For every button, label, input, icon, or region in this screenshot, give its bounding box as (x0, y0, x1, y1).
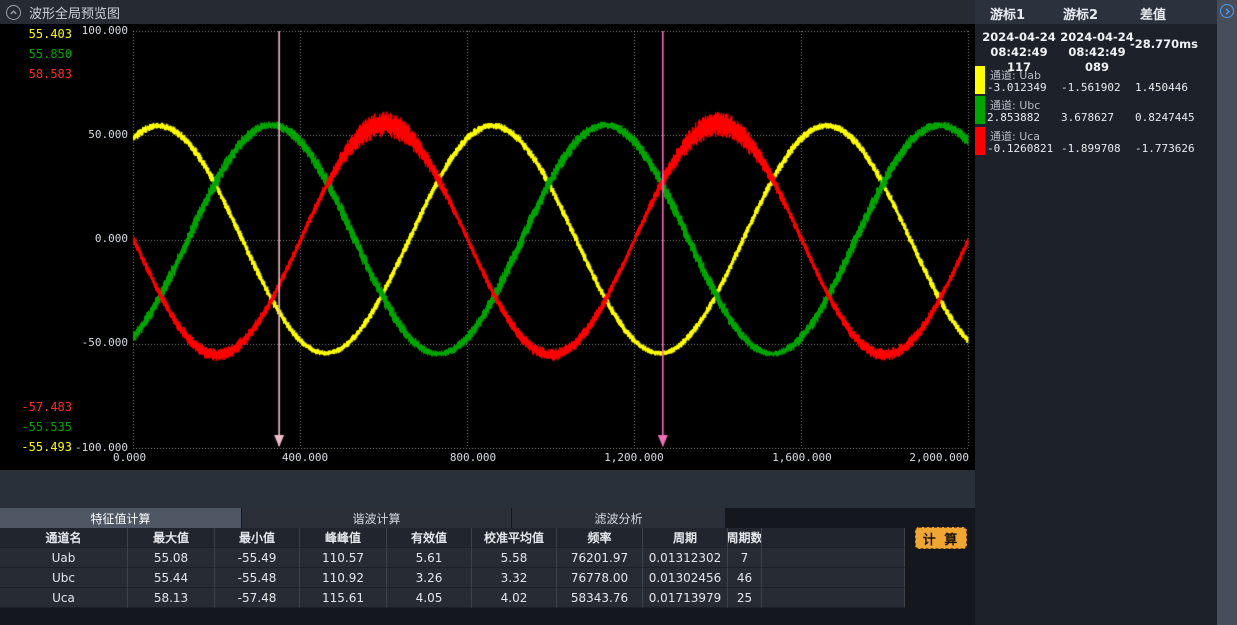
col-rms: 有效值 (387, 528, 472, 548)
col-min: 最小值 (215, 528, 300, 548)
cursor-time-diff: -28.770ms (1130, 37, 1210, 52)
cursor1-header: 游标1 (990, 4, 1025, 23)
waveform-chart-panel: 波形全局预览图 55.403 55.850 58.583 -57.483 -55… (0, 0, 975, 470)
col-frequency: 频率 (557, 528, 643, 548)
waveform-canvas[interactable] (132, 30, 970, 449)
col-period: 周期 (643, 528, 728, 548)
col-empty (762, 528, 905, 548)
uca-diff-value: -1.773626 (1135, 142, 1195, 155)
x-tick-1200k: 1,200.000 (599, 451, 669, 464)
channel-row-uca: 通道: Uca -0.1260821 -1.899708 -1.773626 (975, 127, 1217, 156)
table-row-uab[interactable]: Uab55.08 -55.49110.57 5.615.58 76201.970… (0, 548, 905, 568)
tab-feature-calc[interactable]: 特征值计算 (0, 508, 242, 528)
cursor-measurement-panel: 游标1 游标2 差值 2024-04-2408:42:49 117 2024-0… (975, 0, 1237, 625)
y-tick-n50: -50.000 (40, 336, 128, 349)
uab-diff-value: 1.450446 (1135, 81, 1188, 94)
x-tick-800k: 800.000 (438, 451, 508, 464)
tab-filter-analysis[interactable]: 滤波分析 (512, 508, 726, 528)
x-tick-1600k: 1,600.000 (767, 451, 837, 464)
y-tick-100: 100.000 (40, 24, 128, 37)
cursor2-header: 游标2 (1063, 4, 1098, 23)
x-tick-0: 0.000 (113, 451, 183, 464)
uca-cursor1-value: -0.1260821 (987, 142, 1053, 155)
uab-color-swatch (975, 66, 985, 94)
uab-cursor1-value: -3.012349 (987, 81, 1047, 94)
cursor-panel-header: 游标1 游标2 差值 (975, 0, 1217, 24)
uca-min-readout: -57.483 (16, 400, 72, 414)
chart-toolbar: ↔ →← ↕ ↧↥ Y轴游标 示波器模式 普通模式 采样率 200K ▼ ▷ 1… (0, 470, 975, 508)
tab-harmonic-calc[interactable]: 谐波计算 (242, 508, 512, 528)
table-row-uca[interactable]: Uca58.13 -57.48115.61 4.054.02 58343.760… (0, 588, 905, 608)
uca-max-readout: 58.583 (16, 67, 72, 81)
chart-title: 波形全局预览图 (29, 3, 120, 22)
uca-cursor2-value: -1.899708 (1061, 142, 1121, 155)
ubc-cursor2-value: 3.678627 (1061, 111, 1114, 124)
col-cycle-count: 周期数 (728, 528, 762, 548)
table-header-row: 通道名 最大值 最小值 峰峰值 有效值 校准平均值 频率 周期 周期数 (0, 528, 905, 548)
col-peak-to-peak: 峰峰值 (300, 528, 387, 548)
waveform-analyzer-app: 波形全局预览图 55.403 55.850 58.583 -57.483 -55… (0, 0, 1237, 625)
uab-cursor2-value: -1.561902 (1061, 81, 1121, 94)
y-tick-50: 50.000 (40, 128, 128, 141)
col-max: 最大值 (128, 528, 215, 548)
collapse-chevron-up-icon[interactable] (6, 5, 21, 20)
ubc-color-swatch (975, 96, 985, 124)
ubc-cursor1-value: 2.853882 (987, 111, 1040, 124)
panel-collapse-strip (1217, 0, 1237, 625)
uca-color-swatch (975, 127, 985, 155)
expand-chevron-right-icon[interactable] (1220, 4, 1234, 18)
chart-title-bar: 波形全局预览图 (0, 0, 975, 24)
x-tick-2000k: 2,000.000 (899, 451, 969, 464)
channel-row-ubc: 通道: Ubc 2.853882 3.678627 0.8247445 (975, 96, 1217, 125)
channel-row-uab: 通道: Uab -3.012349 -1.561902 1.450446 (975, 66, 1217, 95)
ubc-diff-value: 0.8247445 (1135, 111, 1195, 124)
table-row-ubc[interactable]: Ubc55.44 -55.48110.92 3.263.32 76778.000… (0, 568, 905, 588)
ubc-min-readout: -55.535 (16, 420, 72, 434)
col-calibrated-mean: 校准平均值 (472, 528, 557, 548)
calculate-button[interactable]: 计 算 (915, 527, 967, 549)
diff-header: 差值 (1140, 4, 1166, 23)
y-tick-0: 0.000 (40, 232, 128, 245)
col-channel-name: 通道名 (0, 528, 128, 548)
x-tick-400k: 400.000 (270, 451, 340, 464)
ubc-max-readout: 55.850 (16, 47, 72, 61)
